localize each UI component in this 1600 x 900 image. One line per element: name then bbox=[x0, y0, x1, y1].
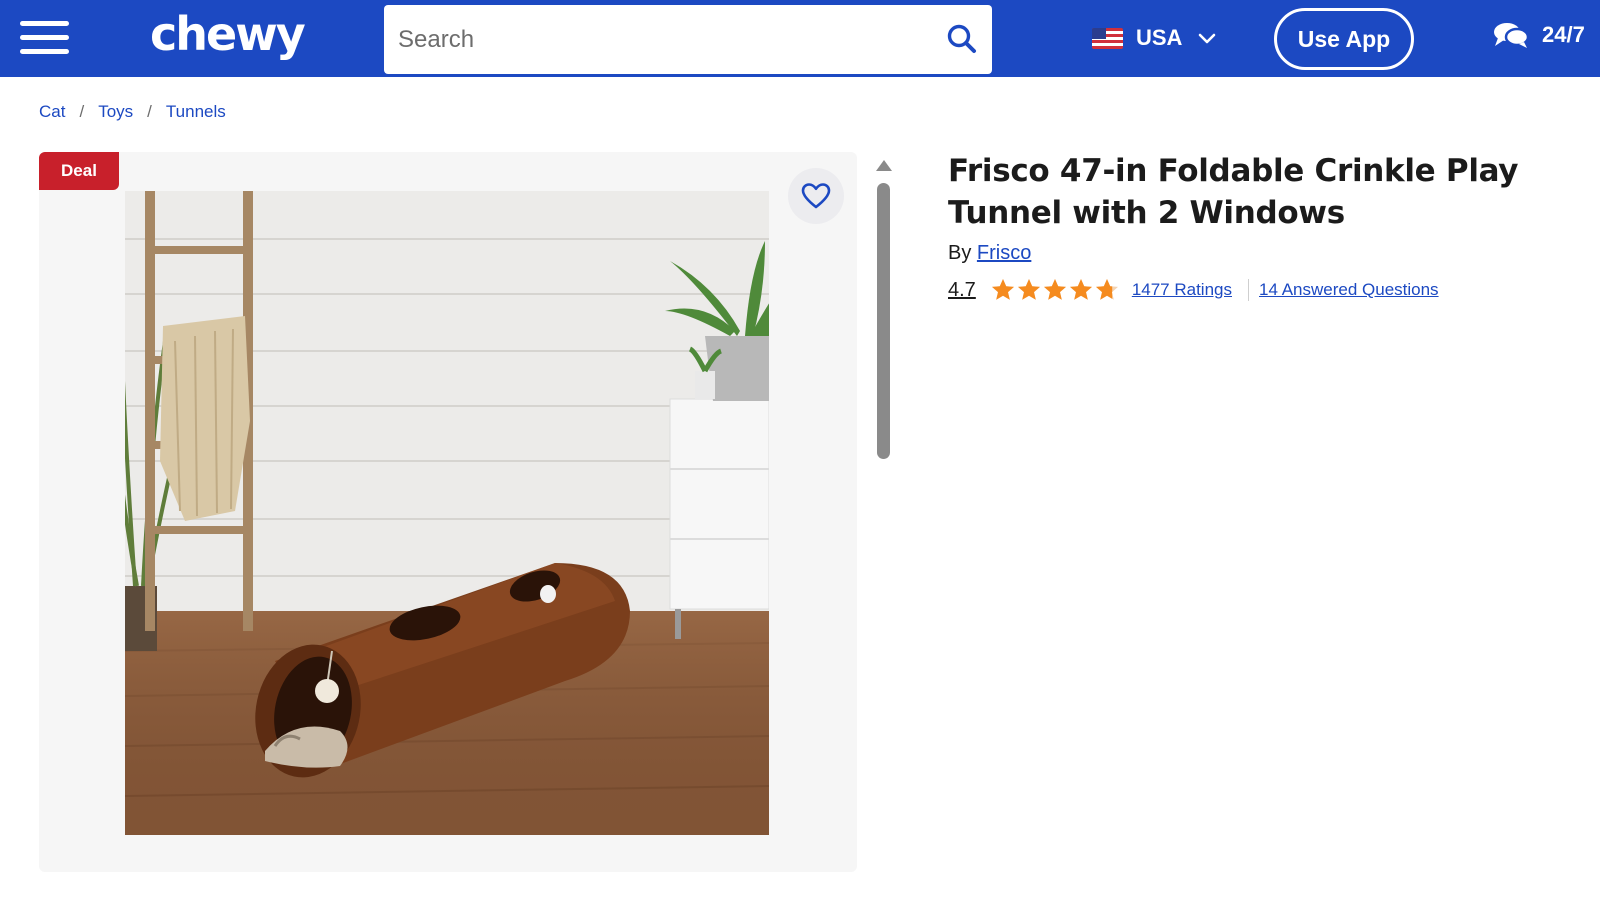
divider bbox=[1248, 279, 1249, 301]
support-label: 24/7 bbox=[1542, 22, 1585, 47]
search-bar bbox=[384, 5, 992, 74]
us-flag-icon bbox=[1092, 27, 1123, 49]
country-label: USA bbox=[1136, 25, 1183, 50]
breadcrumb-toys[interactable]: Toys bbox=[98, 102, 133, 122]
favorite-button[interactable] bbox=[788, 168, 844, 224]
ratings-link[interactable]: 1477 Ratings bbox=[1132, 280, 1232, 300]
star-icon bbox=[991, 279, 1014, 300]
search-icon[interactable] bbox=[942, 19, 982, 59]
brand-line: By Frisco bbox=[948, 242, 1031, 265]
star-icon bbox=[1069, 279, 1092, 300]
product-title: Frisco 47-in Foldable Crinkle Play Tunne… bbox=[948, 153, 1519, 231]
chevron-down-icon bbox=[1199, 33, 1216, 44]
product-image[interactable] bbox=[125, 191, 769, 835]
rating-row: 4.7 1477 Ratings 14 Answered Questions bbox=[948, 277, 1439, 303]
support-chat-link[interactable]: 24/7 bbox=[1492, 20, 1585, 50]
answered-questions-link[interactable]: 14 Answered Questions bbox=[1259, 280, 1439, 300]
chewy-logo[interactable]: chewy bbox=[150, 4, 306, 64]
search-input[interactable] bbox=[384, 5, 924, 74]
by-prefix: By bbox=[948, 242, 972, 264]
hamburger-menu-icon[interactable] bbox=[20, 21, 70, 55]
rating-value[interactable]: 4.7 bbox=[948, 279, 976, 302]
star-icon bbox=[1043, 279, 1066, 300]
breadcrumb: Cat / Toys / Tunnels bbox=[39, 102, 226, 122]
deal-badge: Deal bbox=[39, 152, 119, 190]
country-selector[interactable]: USA bbox=[1092, 20, 1218, 56]
breadcrumb-cat[interactable]: Cat bbox=[39, 102, 65, 122]
scrollbar-thumb[interactable] bbox=[877, 183, 890, 459]
chat-bubbles-icon bbox=[1494, 23, 1530, 48]
brand-link[interactable]: Frisco bbox=[977, 242, 1031, 264]
star-rating[interactable] bbox=[990, 277, 1120, 303]
use-app-button[interactable]: Use App bbox=[1274, 8, 1414, 70]
site-header: chewy USA Use App 24/7 bbox=[0, 0, 1600, 77]
star-icon bbox=[1017, 279, 1040, 300]
scroll-up-arrow[interactable] bbox=[876, 160, 892, 171]
breadcrumb-tunnels[interactable]: Tunnels bbox=[166, 102, 226, 122]
heart-icon bbox=[801, 183, 831, 209]
star-icon bbox=[1095, 279, 1118, 300]
